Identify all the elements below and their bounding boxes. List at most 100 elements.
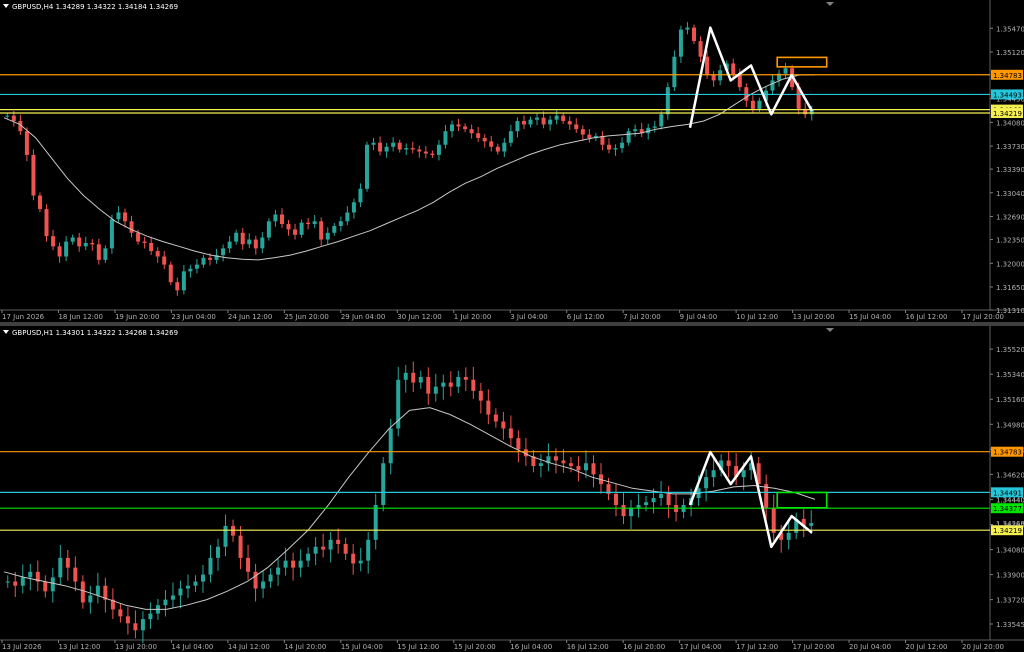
candle-body <box>109 219 114 249</box>
candle-body <box>247 239 252 245</box>
candle-body <box>426 376 431 394</box>
candle-body <box>227 241 232 249</box>
candle-body <box>418 376 423 383</box>
candle-body <box>163 599 168 606</box>
candle-body <box>193 581 198 586</box>
chart-menu-triangle-icon[interactable] <box>3 330 9 334</box>
candle-body <box>37 195 42 210</box>
x-tick-label: 3 Jul 04:00 <box>510 313 548 321</box>
candle-body <box>286 223 291 230</box>
candle-body <box>343 543 348 554</box>
candle-body <box>561 115 566 122</box>
candle-body <box>133 623 138 631</box>
candle-body <box>31 154 36 196</box>
chart-window-h4[interactable]: GBPUSD,H4 1.34289 1.34322 1.34184 1.3426… <box>0 0 1024 322</box>
x-tick-label: 15 Jul 04:00 <box>849 313 891 321</box>
chart-shift-icon[interactable] <box>826 328 834 332</box>
x-tick-label: 24 Jun 12:00 <box>228 313 272 321</box>
candle-body <box>170 595 175 600</box>
candle-body <box>620 142 625 149</box>
candle-body <box>253 239 258 249</box>
candle-body <box>90 242 95 245</box>
chart-window-h1[interactable]: GBPUSD,H1 1.34301 1.34322 1.34268 1.3426… <box>0 326 1024 652</box>
x-tick-label: 17 Jul 20:00 <box>793 643 835 651</box>
candle-body <box>83 242 88 247</box>
candle-body <box>175 282 180 291</box>
candle-body <box>181 271 186 291</box>
target-zone-box[interactable] <box>776 56 828 68</box>
candle-body <box>665 87 670 115</box>
candle-body <box>122 212 127 222</box>
chart-shift-icon[interactable] <box>826 2 834 6</box>
candle-body <box>208 557 213 575</box>
candle-body <box>567 121 572 125</box>
candle-body <box>652 126 657 128</box>
candle-body <box>260 237 265 249</box>
candle-body <box>771 507 776 533</box>
candle-body <box>103 248 108 260</box>
candle-body <box>478 390 483 401</box>
candle-body <box>476 133 481 138</box>
candle-body <box>580 129 585 135</box>
candle-body <box>178 588 183 596</box>
candle-body <box>666 493 671 506</box>
candle-body <box>291 560 296 568</box>
candle-body <box>770 80 775 91</box>
chart-menu-triangle-icon[interactable] <box>3 4 9 8</box>
candle-body <box>403 372 408 380</box>
candle-body <box>516 438 521 450</box>
candle-body <box>541 117 546 125</box>
candle-body <box>162 256 167 265</box>
candle-body <box>538 463 543 467</box>
candle-body <box>750 100 755 109</box>
y-tick-label: 1.31650 <box>996 284 1024 292</box>
candle-body <box>535 117 540 120</box>
candle-body <box>659 114 664 127</box>
chart-canvas-h1[interactable]: GBPUSD,H1 1.34301 1.34322 1.34268 1.3426… <box>0 326 1024 652</box>
x-tick-label: 29 Jun 04:00 <box>341 313 385 321</box>
price-tag-label: 1.34493 <box>993 91 1022 99</box>
candle-body <box>44 209 49 237</box>
x-tick-label: 14 Jul 12:00 <box>228 643 270 651</box>
candle-body <box>223 525 228 547</box>
x-tick-label: 14 Jul 20:00 <box>284 643 326 651</box>
candle-body <box>433 386 438 394</box>
candle-body <box>336 539 341 544</box>
candle-body <box>508 131 513 143</box>
candle-body <box>493 414 498 422</box>
candle-body <box>80 581 85 603</box>
candle-body <box>142 241 147 243</box>
x-tick-label: 16 Jul 20:00 <box>623 643 665 651</box>
y-tick-label: 1.34620 <box>996 471 1024 479</box>
x-tick-label: 15 Jul 20:00 <box>454 643 496 651</box>
candle-body <box>5 115 10 117</box>
chart-header-label: GBPUSD,H4 1.34289 1.34322 1.34184 1.3426… <box>12 3 178 11</box>
candle-body <box>391 142 396 147</box>
candle-body <box>321 546 326 550</box>
candle-body <box>201 257 206 265</box>
candle-body <box>515 121 520 132</box>
chart-canvas-h4[interactable]: GBPUSD,H4 1.34289 1.34322 1.34184 1.3426… <box>0 0 1024 322</box>
price-tag-label: 1.34377 <box>993 505 1022 513</box>
candle-body <box>685 27 690 30</box>
candle-body <box>312 221 317 224</box>
candle-body <box>149 242 154 252</box>
candle-body <box>502 142 507 152</box>
candle-body <box>13 581 18 586</box>
price-tag-label: 1.34219 <box>993 527 1022 535</box>
candle-body <box>246 557 251 572</box>
candle-body <box>388 428 393 464</box>
candle-body <box>185 585 190 589</box>
candle-body <box>358 188 363 203</box>
candle-body <box>366 539 371 561</box>
candle-body <box>528 119 533 125</box>
y-tick-label: 1.35160 <box>996 396 1024 404</box>
x-tick-label: 30 Jun 12:00 <box>397 313 441 321</box>
candle-body <box>614 493 619 506</box>
price-tag-label: 1.34783 <box>993 449 1022 457</box>
candle-body <box>358 560 363 564</box>
x-tick-label: 13 Jul 20:00 <box>115 643 157 651</box>
candle-body <box>809 523 814 526</box>
x-tick-label: 20 Jul 04:00 <box>849 643 891 651</box>
candle-body <box>587 134 592 138</box>
